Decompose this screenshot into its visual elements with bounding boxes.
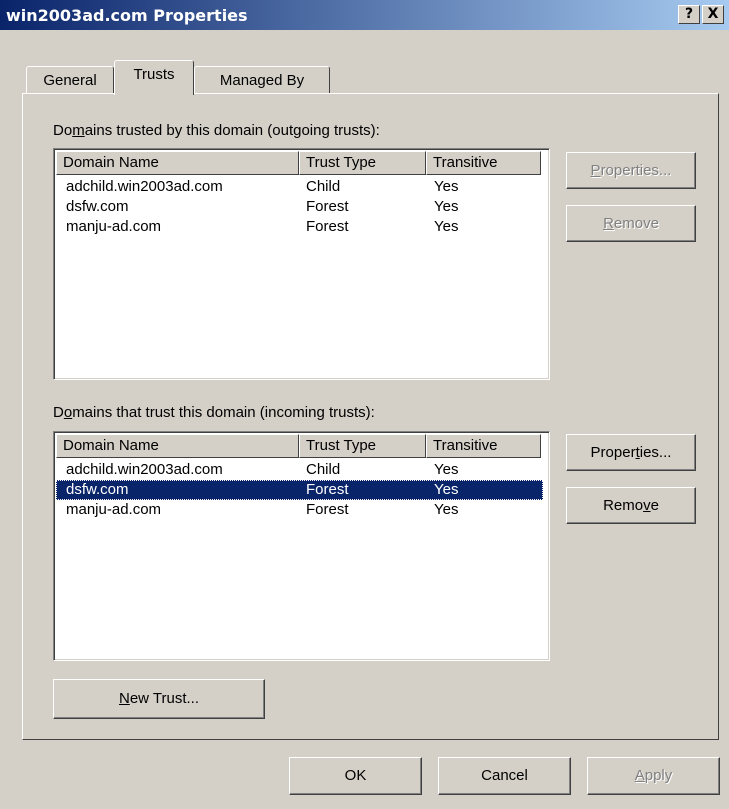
outgoing-trusts-list[interactable]: Domain Name Trust Type Transitive adchil… <box>53 148 550 380</box>
title-bar: win2003ad.com Properties ? X <box>0 0 729 30</box>
cancel-button[interactable]: Cancel <box>438 757 571 795</box>
column-header-domain-name[interactable]: Domain Name <box>56 434 299 458</box>
list-item[interactable]: dsfw.com Forest Yes <box>56 197 543 217</box>
close-icon: X <box>707 6 719 22</box>
column-header-transitive[interactable]: Transitive <box>426 151 541 175</box>
tab-general[interactable]: General <box>26 66 114 93</box>
window-title: win2003ad.com Properties <box>6 6 248 25</box>
list-item[interactable]: manju-ad.com Forest Yes <box>56 217 543 237</box>
column-header-domain-name[interactable]: Domain Name <box>56 151 299 175</box>
ok-button[interactable]: OK <box>289 757 422 795</box>
incoming-properties-button[interactable]: Properties... <box>566 434 696 471</box>
outgoing-trusts-label: Domains trusted by this domain (outgoing… <box>53 122 380 139</box>
tab-general-label: General <box>43 72 97 89</box>
incoming-remove-button[interactable]: Remove <box>566 487 696 524</box>
list-item-selected[interactable]: dsfw.com Forest Yes <box>56 480 543 500</box>
help-icon: ? <box>684 6 694 22</box>
apply-button[interactable]: Apply <box>587 757 720 795</box>
incoming-trusts-label: Domains that trust this domain (incoming… <box>53 404 375 421</box>
help-button[interactable]: ? <box>678 5 700 24</box>
tab-trusts-label: Trusts <box>133 66 175 83</box>
column-header-trust-type[interactable]: Trust Type <box>299 434 426 458</box>
new-trust-button[interactable]: New Trust... <box>53 679 265 719</box>
column-header-transitive[interactable]: Transitive <box>426 434 541 458</box>
outgoing-properties-button[interactable]: Properties... <box>566 152 696 189</box>
list-item[interactable]: adchild.win2003ad.com Child Yes <box>56 177 543 197</box>
outgoing-remove-button[interactable]: Remove <box>566 205 696 242</box>
close-button[interactable]: X <box>702 5 724 24</box>
list-item[interactable]: adchild.win2003ad.com Child Yes <box>56 460 543 480</box>
tab-managed-by-label: Managed By <box>219 72 305 89</box>
tab-managed-by[interactable]: Managed By <box>194 66 330 93</box>
incoming-trusts-list[interactable]: Domain Name Trust Type Transitive adchil… <box>53 431 550 661</box>
tab-trusts[interactable]: Trusts <box>114 60 194 95</box>
column-header-trust-type[interactable]: Trust Type <box>299 151 426 175</box>
list-item[interactable]: manju-ad.com Forest Yes <box>56 500 543 520</box>
